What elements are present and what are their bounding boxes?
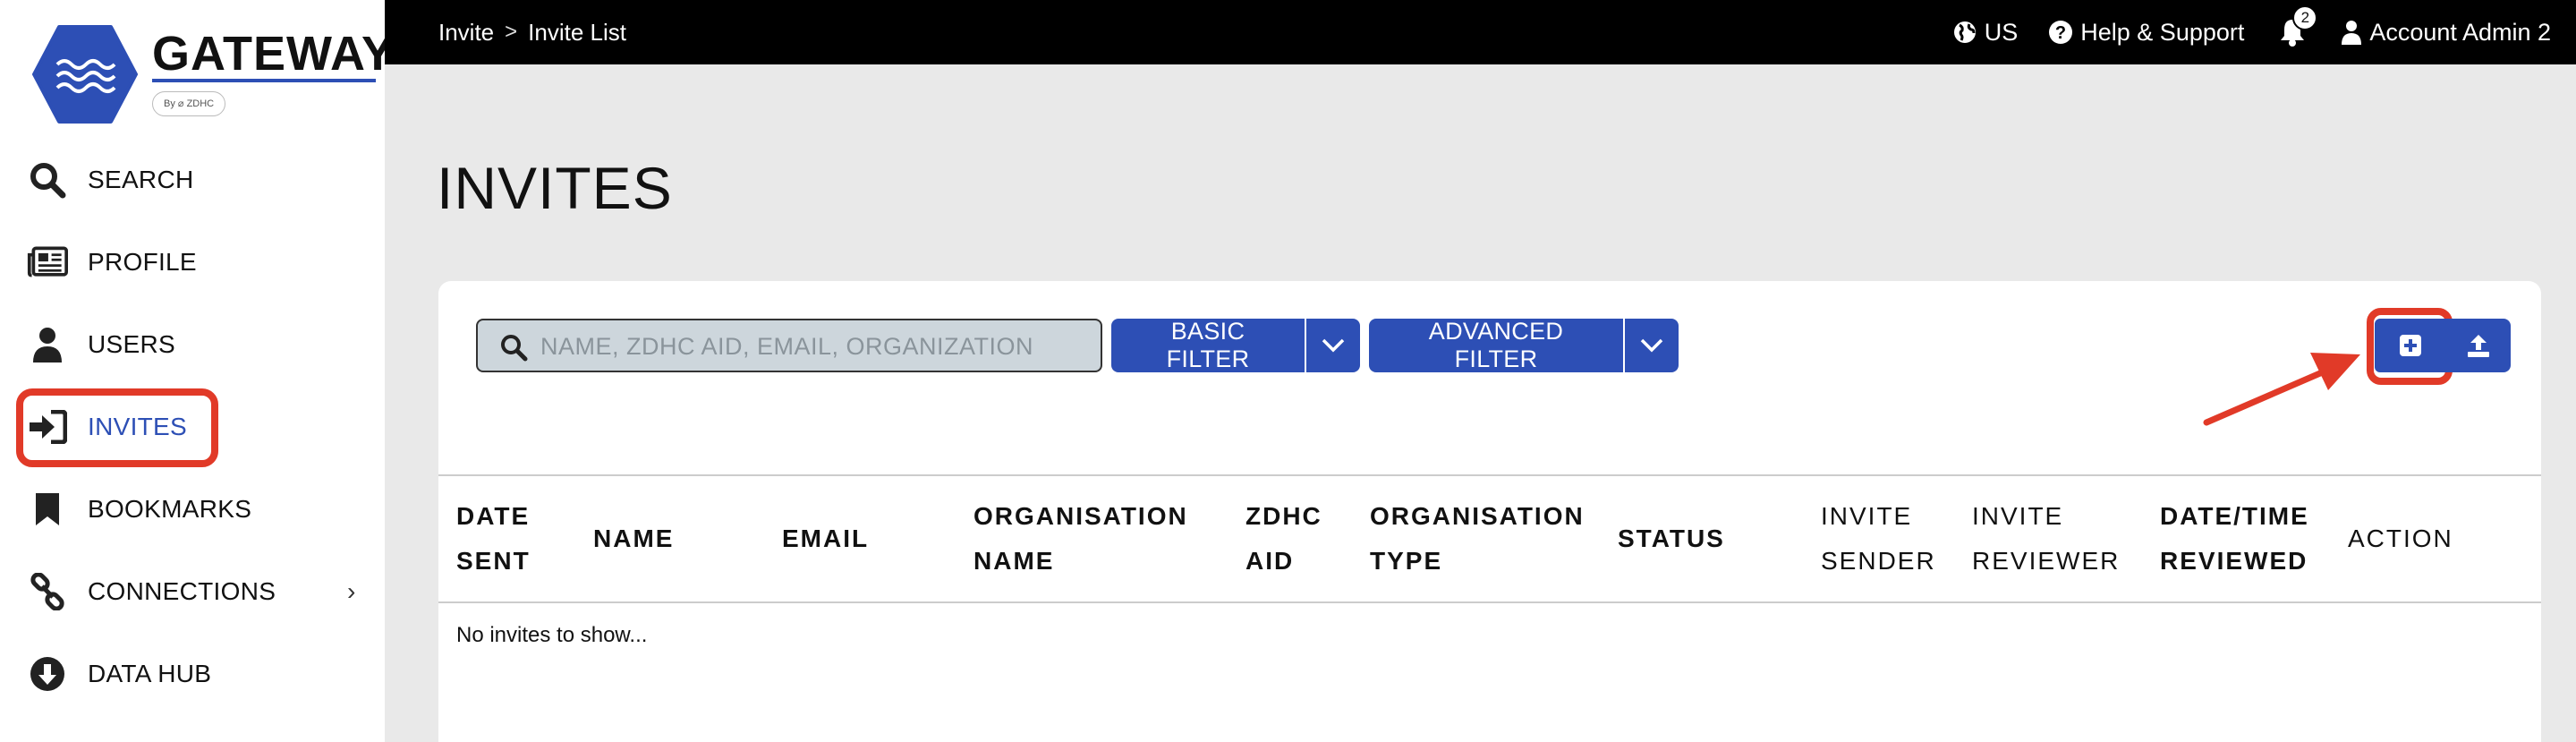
svg-text:?: ? [2055,23,2066,43]
sidebar-item-label: CONNECTIONS [88,577,276,605]
sidebar-item-label: SEARCH [88,166,194,193]
column-header-name[interactable]: NAME [593,476,674,601]
logo-byline: By ⌀ ZDHC [152,91,226,116]
column-header-zdhc-aid[interactable]: ZDHC AID [1245,476,1322,601]
chevron-down-icon [1322,338,1345,353]
notifications-button[interactable]: 2 [2274,5,2318,50]
breadcrumb-invite[interactable]: Invite [438,19,494,47]
gateway-logo[interactable]: GATEWAY By ⌀ ZDHC [32,25,394,124]
logo-wordmark: GATEWAY [152,27,395,81]
sidebar-item-label: PROFILE [88,248,197,276]
sidebar-item-label: DATA HUB [88,660,212,687]
column-header-date-time-reviewed[interactable]: DATE/TIME REVIEWED [2160,476,2309,601]
add-invite-button[interactable] [2375,319,2446,372]
sidebar-item-data-hub[interactable]: DATA HUB [0,646,385,702]
column-header-action: ACTION [2348,525,2453,552]
account-name: Account Admin 2 [2369,18,2551,46]
plus-square-icon [2400,335,2421,356]
table-header: DATE SENT NAME EMAIL ORGANISATION NAME ZDH… [438,474,2541,603]
download-circle-icon [27,653,68,695]
search-input[interactable] [540,326,1086,367]
bell-icon: 2 [2274,5,2318,50]
link-icon [27,571,68,612]
top-bar: Invite > Invite List US ? Help & Support… [385,0,2576,64]
sidebar-item-label: BOOKMARKS [88,495,252,523]
sidebar-item-bookmarks[interactable]: BOOKMARKS [0,482,385,537]
basic-filter-button[interactable]: BASIC FILTER [1111,318,1305,372]
basic-filter-group: BASIC FILTER [1111,318,1360,372]
column-header-invite-sender[interactable]: INVITE SENDER [1821,476,1936,601]
column-header-date-sent[interactable]: DATE SENT [456,476,531,601]
bookmark-icon [27,489,68,530]
column-header-organisation-name[interactable]: ORGANISATION NAME [973,476,1188,601]
search-icon [27,159,68,200]
breadcrumb-invite-list[interactable]: Invite List [528,19,626,47]
arrow-annotation-icon [2203,353,2360,426]
advanced-filter-dropdown-button[interactable] [1623,319,1679,372]
sidebar: GATEWAY By ⌀ ZDHC SEARCH PROFILE USERS I… [0,0,394,742]
sidebar-item-users[interactable]: USERS [0,317,385,372]
basic-filter-dropdown-button[interactable] [1305,319,1360,372]
empty-table-message: No invites to show... [456,623,648,647]
search-box [476,319,1102,372]
breadcrumb-separator: > [505,20,518,44]
invites-card: BASIC FILTER ADVANCED FILTER DATESENT NA… [438,281,2541,742]
advanced-filter-group: ADVANCED FILTER [1369,318,1679,372]
gateway-hexagon-logo-icon [32,25,138,124]
sidebar-item-connections[interactable]: CONNECTIONS › [0,564,385,619]
logo-underline [152,79,376,82]
chevron-right-icon: › [347,577,356,605]
newspaper-icon [27,242,68,283]
upload-button[interactable] [2446,319,2511,372]
question-circle-icon: ? [2049,21,2073,44]
sidebar-item-label: INVITES [88,413,188,440]
sidebar-item-profile[interactable]: PROFILE [0,235,385,290]
globe-icon [1953,21,1976,43]
user-icon [27,324,68,365]
region-label: US [1984,18,2019,46]
sidebar-item-search[interactable]: SEARCH [0,152,385,208]
region-selector[interactable]: US [1952,18,2019,47]
advanced-filter-button[interactable]: ADVANCED FILTER [1369,318,1623,372]
search-icon [501,335,528,362]
upload-icon [2468,335,2489,357]
user-icon [2342,21,2362,45]
column-header-status[interactable]: STATUS [1618,476,1725,601]
help-support-label: Help & Support [2080,18,2245,46]
column-header-organisation-type[interactable]: ORGANISATION TYPE [1370,476,1585,601]
breadcrumb: Invite > Invite List [438,0,626,64]
notification-count-badge: 2 [2292,5,2318,30]
column-header-email[interactable]: EMAIL [782,476,869,601]
column-header-invite-reviewer[interactable]: INVITE REVIEWER [1972,476,2120,601]
page-title: INVITES [437,155,673,221]
account-menu[interactable]: Account Admin 2 [2341,19,2551,47]
help-support-link[interactable]: ? Help & Support [2048,19,2244,47]
sidebar-item-label: USERS [88,330,175,358]
chevron-down-icon [1640,338,1663,353]
top-bar-actions: US ? Help & Support 2 Account Admin 2 [1952,0,2551,64]
sidebar-item-invites[interactable]: INVITES [0,399,385,455]
sign-in-icon [27,406,68,448]
